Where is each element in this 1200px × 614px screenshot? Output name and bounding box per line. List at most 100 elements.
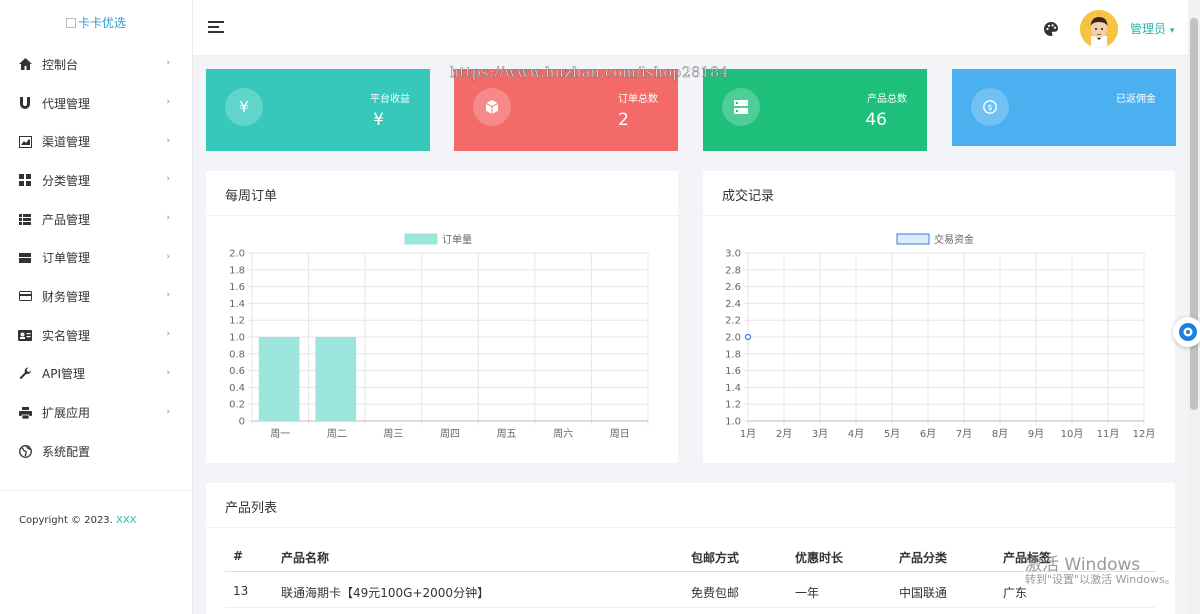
top-header: 管理员 ▾ (193, 0, 1188, 56)
table-cell: 13 (233, 584, 249, 598)
sidebar-item-1[interactable]: 代理管理 › (0, 84, 192, 123)
scrollbar[interactable] (1188, 0, 1200, 614)
user-menu[interactable]: 管理员 ▾ (1130, 20, 1174, 37)
table-header: 产品分类 (899, 551, 948, 565)
chat-bubble-icon[interactable] (1173, 317, 1200, 347)
svg-text:$: $ (987, 103, 992, 112)
y-tick-label: 2.0 (229, 249, 245, 260)
chevron-right-icon: › (166, 58, 170, 69)
x-tick-label: 1月 (740, 428, 756, 440)
table-cell: 免费包邮 (691, 586, 740, 600)
home-icon (18, 57, 32, 71)
sidebar-item-4[interactable]: 产品管理 › (0, 200, 192, 239)
x-tick-label: 10月 (1061, 428, 1084, 440)
palette-icon[interactable] (1043, 21, 1059, 37)
chevron-right-icon: › (166, 290, 170, 301)
deal-records-chart: 3.0 2.8 2.6 2.4 2.2 2.0 1.8 1.6 1.4 1.2 1.01月 2月 3月 4… (725, 233, 1156, 440)
y-tick-label: 2.4 (725, 299, 741, 310)
x-tick-label: 周二 (327, 428, 347, 440)
x-tick-label: 周四 (440, 428, 460, 440)
data-point[interactable] (744, 333, 752, 341)
sidebar-item-2[interactable]: 渠道管理 › (0, 122, 192, 161)
magnet-icon (18, 96, 32, 110)
x-tick-label: 周一 (270, 428, 290, 440)
id-card-icon (18, 328, 32, 342)
box-icon (18, 251, 32, 265)
sidebar-item-label: 扩展应用 (42, 406, 91, 421)
product-list-panel: 产品列表 # 产品名称 包邮方式 优惠时长 产品分类 产品标签 13 联通海期卡【49元100… (206, 483, 1175, 614)
y-tick-label: 2.6 (725, 282, 741, 293)
sidebar-item-label: 订单管理 (42, 251, 91, 266)
x-tick-label: 3月 (812, 428, 828, 440)
server-icon (722, 88, 760, 126)
stat-card-1[interactable]: 订单总数 2 (454, 69, 678, 151)
grid-icon (18, 173, 32, 187)
stat-card-3[interactable]: $ 已返佣金 (952, 69, 1176, 146)
coin-icon: $ (971, 88, 1009, 126)
bar[interactable] (315, 337, 357, 421)
y-tick-label: 1.0 (725, 417, 741, 428)
sidebar: 卡卡优选 控制台 › 代理管理 › 渠道管理 › 分类管理 › 产品管理 › 订单管理 › 财务管理 › 实… (0, 0, 193, 614)
caret-down-icon: ▾ (1169, 26, 1175, 36)
sidebar-item-5[interactable]: 订单管理 › (0, 238, 192, 277)
stat-value: 2 (618, 110, 629, 130)
table-cell: 广东 (1003, 586, 1028, 600)
y-tick-label: 1.2 (229, 316, 245, 327)
stat-value: 46 (865, 110, 887, 130)
legend-swatch (404, 233, 438, 245)
legend-label: 交易资金 (934, 233, 974, 246)
y-tick-label: 1.6 (725, 366, 741, 377)
x-tick-label: 周日 (610, 428, 630, 440)
sidebar-item-10[interactable]: 系统配置 (0, 432, 192, 471)
x-tick-label: 12月 (1133, 428, 1156, 440)
chevron-right-icon: › (166, 251, 170, 262)
sidebar-item-3[interactable]: 分类管理 › (0, 161, 192, 200)
panel-title: 产品列表 (225, 501, 278, 516)
y-tick-label: 1.2 (725, 400, 741, 411)
y-tick-label: 0.6 (229, 366, 245, 377)
table-header: 优惠时长 (795, 551, 844, 565)
scrollbar-thumb[interactable] (1190, 18, 1198, 410)
table-header: 产品名称 (281, 551, 330, 565)
logo[interactable]: 卡卡优选 (0, 0, 192, 45)
sidebar-item-9[interactable]: 扩展应用 › (0, 393, 192, 432)
sidebar-divider (0, 490, 193, 491)
cube-icon (473, 88, 511, 126)
bar[interactable] (258, 337, 300, 421)
sidebar-item-label: API管理 (42, 367, 85, 382)
sidebar-item-0[interactable]: 控制台 › (0, 45, 192, 84)
y-tick-label: 2.2 (725, 316, 741, 327)
sidebar-item-label: 财务管理 (42, 289, 91, 304)
x-tick-label: 9月 (1028, 428, 1044, 440)
stat-card-0[interactable]: ¥ 平台收益 ¥ (206, 69, 430, 151)
x-tick-label: 11月 (1097, 428, 1120, 440)
chevron-right-icon: › (166, 406, 170, 417)
globe-icon (18, 444, 32, 458)
table-header: 包邮方式 (691, 551, 740, 565)
y-tick-label: 0.8 (229, 349, 245, 360)
y-tick-label: 1.4 (725, 383, 741, 394)
chevron-right-icon: › (166, 213, 170, 224)
stat-label: 产品总数 (867, 94, 907, 105)
x-tick-label: 周五 (497, 428, 517, 440)
weekly-orders-chart: 2.0 1.8 1.6 1.4 1.2 1.0 0.8 0.6 0.4 0.2 0 周一 周二 周三 周四 周… (229, 233, 649, 440)
avatar[interactable] (1080, 10, 1118, 48)
legend-label: 订单量 (442, 234, 472, 246)
sidebar-item-7[interactable]: 实名管理 › (0, 316, 192, 355)
chevron-right-icon: › (166, 174, 170, 185)
menu-toggle-icon[interactable] (208, 21, 224, 35)
yen-icon: ¥ (225, 88, 263, 126)
stat-value: ¥ (373, 110, 384, 130)
table-cell: 一年 (795, 586, 820, 600)
sidebar-item-8[interactable]: API管理 › (0, 355, 192, 394)
stat-card-2[interactable]: 产品总数 46 (703, 69, 927, 151)
y-tick-label: 1.8 (725, 349, 741, 360)
sidebar-item-label: 实名管理 (42, 328, 91, 343)
y-tick-label: 1.8 (229, 265, 245, 276)
copyright-link[interactable]: XXX (116, 515, 137, 526)
y-tick-label: 3.0 (725, 249, 741, 260)
copyright: Copyright © 2023. XXX (19, 515, 137, 526)
y-tick-label: 0.4 (229, 383, 245, 394)
sidebar-item-6[interactable]: 财务管理 › (0, 277, 192, 316)
stat-label: 已返佣金 (1116, 94, 1156, 105)
